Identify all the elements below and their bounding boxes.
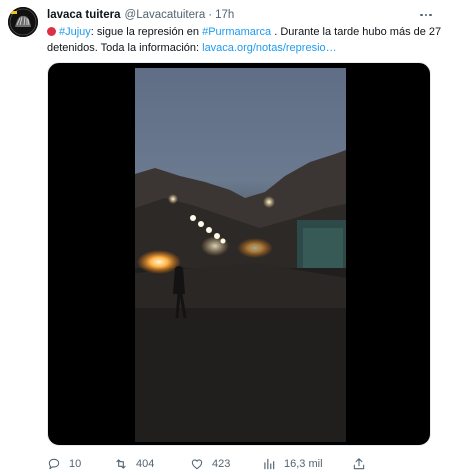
tweet-text-part1: : sigue la represión en (90, 26, 203, 38)
separator-dot: · (208, 9, 213, 21)
reply-icon (48, 458, 60, 470)
retweet-button[interactable]: 404 (114, 456, 154, 472)
share-icon (353, 458, 365, 470)
more-icon[interactable] (417, 9, 435, 21)
reply-count: 10 (69, 458, 82, 470)
hashtag-purmamarca[interactable]: #Purmamarca (202, 26, 271, 38)
article-link[interactable]: lavaca.org/notas/represio… (202, 42, 337, 54)
user-handle[interactable]: @Lavacatuitera (125, 9, 206, 21)
avatar[interactable] (8, 7, 38, 37)
tweet-time[interactable]: 17h (215, 9, 234, 21)
reply-button[interactable]: 10 (47, 456, 81, 472)
like-button[interactable]: 423 (190, 456, 230, 472)
share-button[interactable] (352, 456, 366, 472)
like-icon (191, 459, 203, 470)
views-button[interactable]: 16,3 mil (262, 456, 323, 472)
red-circle-icon (47, 27, 56, 36)
tweet-card[interactable]: lavaca tuitera @Lavacatuitera · 17h #Juj… (0, 0, 453, 475)
video-thumbnail[interactable] (135, 68, 346, 442)
retweet-icon (116, 459, 126, 469)
video-player[interactable] (47, 62, 431, 446)
views-count: 16,3 mil (284, 458, 323, 470)
tweet-header: lavaca tuitera @Lavacatuitera · 17h (47, 7, 234, 23)
tweet-actions: 10 404 423 16,3 mil (47, 456, 442, 472)
retweet-count: 404 (136, 458, 155, 470)
hashtag-jujuy[interactable]: #Jujuy (59, 26, 91, 38)
display-name[interactable]: lavaca tuitera (47, 9, 121, 21)
views-icon (264, 458, 275, 470)
tweet-text: #Jujuy: sigue la represión en #Purmamarc… (47, 24, 442, 56)
like-count: 423 (212, 458, 231, 470)
